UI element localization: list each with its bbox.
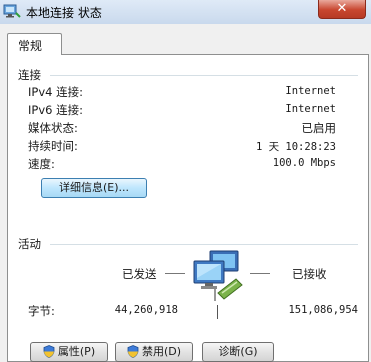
ipv6-label: IPv6 连接: <box>28 103 83 117</box>
bytes-received-value: 151,086,954 <box>288 304 358 316</box>
received-label: 已接收 <box>292 267 327 281</box>
media-state-label: 媒体状态: <box>28 121 78 135</box>
uac-shield-icon <box>43 345 55 358</box>
details-button[interactable]: 详细信息(E)... <box>41 178 147 198</box>
bytes-sent-value: 44,260,918 <box>114 304 178 316</box>
ipv6-value: Internet <box>285 103 336 115</box>
speed-label: 速度: <box>28 157 55 171</box>
connection-separator <box>50 75 358 76</box>
activity-section-label: 活动 <box>18 237 41 251</box>
media-state-value: 已启用 <box>301 121 337 135</box>
bytes-label: 字节: <box>28 304 55 318</box>
disable-button[interactable]: 禁用(D) <box>115 342 193 362</box>
duration-label: 持续时间: <box>28 139 78 153</box>
properties-button[interactable]: 属性(P) <box>30 342 108 362</box>
disable-button-label: 禁用(D) <box>141 345 182 358</box>
diagnose-button[interactable]: 诊断(G) <box>202 342 274 362</box>
received-dash <box>250 273 270 274</box>
connection-section-label: 连接 <box>18 68 41 82</box>
tab-general-label: 常规 <box>18 39 43 53</box>
activity-separator <box>50 244 358 245</box>
network-computers-icon <box>193 250 243 301</box>
ipv4-label: IPv4 连接: <box>28 85 83 99</box>
duration-value: 1 天 10:28:23 <box>255 141 336 153</box>
network-connection-icon <box>3 4 21 18</box>
general-panel: 连接 IPv4 连接: Internet IPv6 连接: Internet 媒… <box>7 54 369 362</box>
close-button[interactable]: ✕ <box>318 0 366 19</box>
title-bar: 本地连接 状态 ✕ <box>0 0 371 24</box>
tab-general[interactable]: 常规 <box>7 33 62 55</box>
speed-value: 100.0 Mbps <box>272 157 336 169</box>
sent-label: 已发送 <box>122 267 157 281</box>
window-title: 本地连接 状态 <box>26 6 102 20</box>
sent-dash <box>165 273 185 274</box>
uac-shield-icon <box>127 345 139 358</box>
properties-button-label: 属性(P) <box>57 345 96 358</box>
activity-link-line <box>217 305 218 319</box>
ipv4-value: Internet <box>285 85 336 97</box>
